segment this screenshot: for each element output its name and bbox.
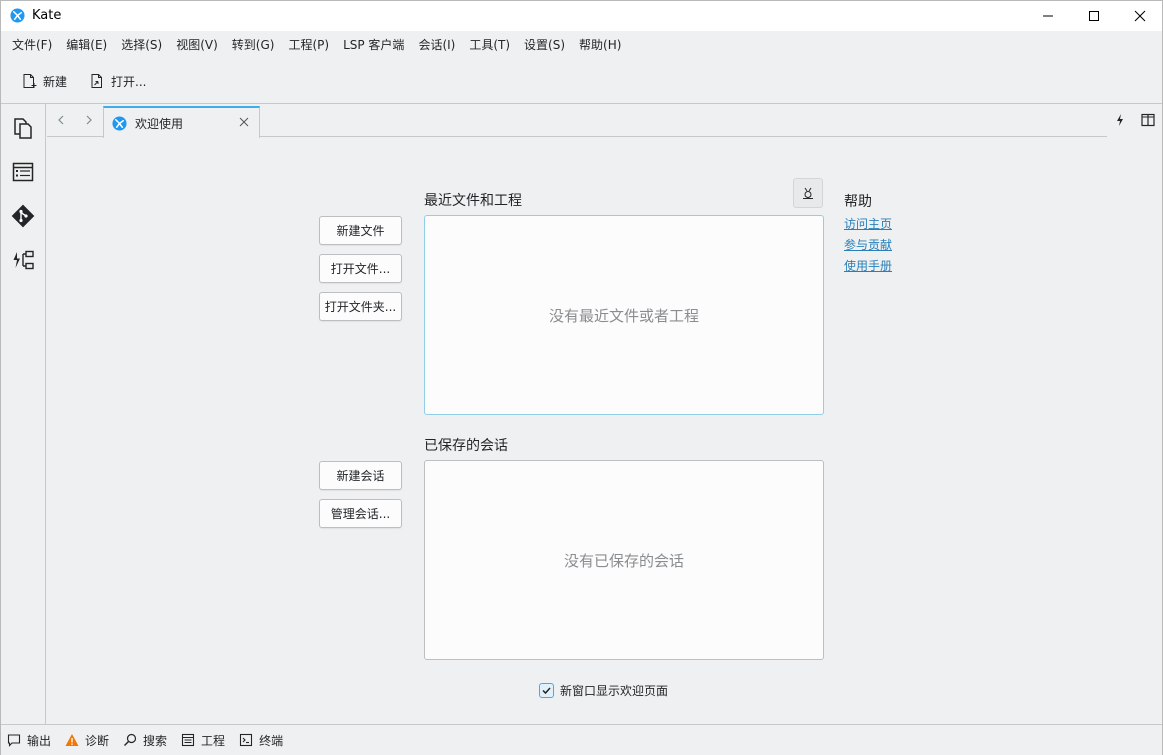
menu-project[interactable]: 工程(P) (281, 33, 336, 57)
project-tree-icon (13, 250, 34, 270)
split-view-icon (1141, 113, 1155, 127)
saved-sessions-list[interactable]: 没有已保存的会话 (424, 460, 824, 660)
terminal-icon (240, 733, 253, 747)
quick-open-button[interactable] (1113, 113, 1127, 127)
list-icon (12, 162, 34, 182)
menu-edit[interactable]: 编辑(E) (59, 33, 114, 57)
show-welcome-label: 新窗口显示欢迎页面 (560, 684, 669, 698)
chevron-left-icon (58, 115, 64, 125)
tab-label: 欢迎使用 (135, 116, 184, 131)
sidebar-symbols-button[interactable] (7, 156, 39, 188)
documents-icon (14, 118, 32, 139)
show-welcome-checkbox-row[interactable]: 新窗口显示欢迎页面 (539, 682, 668, 699)
kate-logo-icon (112, 115, 127, 131)
close-icon (1134, 10, 1146, 22)
menu-help[interactable]: 帮助(H) (572, 33, 628, 57)
bottom-diagnostics-button[interactable]: 诊断 (65, 732, 109, 749)
link-handbook[interactable]: 使用手册 (844, 257, 892, 274)
maximize-button[interactable] (1071, 1, 1117, 31)
recent-files-title: 最近文件和工程 (424, 193, 522, 209)
recent-files-empty-text: 没有最近文件或者工程 (548, 306, 699, 325)
git-icon (11, 204, 35, 228)
toggle-theme-button[interactable] (793, 178, 823, 208)
sidebar-documents-button[interactable] (7, 112, 39, 144)
window-title: Kate (32, 8, 62, 23)
tab-welcome[interactable]: 欢迎使用 (103, 106, 260, 138)
left-sidebar (1, 104, 46, 724)
bottom-diagnostics-label: 诊断 (85, 733, 110, 748)
new-document-label: 新建 (43, 74, 68, 89)
open-file-button[interactable]: 打开文件... (319, 254, 402, 283)
chevron-right-icon (86, 115, 92, 125)
close-tab-icon[interactable] (239, 117, 249, 127)
search-icon (124, 733, 137, 746)
open-document-button[interactable]: 打开... (81, 66, 154, 96)
sidebar-git-button[interactable] (7, 200, 39, 232)
bottom-search-label: 搜索 (143, 733, 168, 748)
menu-lsp-client[interactable]: LSP 客户端 (336, 33, 411, 57)
checkmark-icon (542, 687, 551, 695)
show-welcome-checkbox[interactable] (539, 683, 554, 698)
bottom-output-label: 输出 (27, 733, 52, 748)
saved-sessions-empty-text: 没有已保存的会话 (563, 551, 684, 570)
open-folder-button[interactable]: 打开文件夹... (319, 292, 402, 321)
split-view-button[interactable] (1141, 113, 1155, 127)
bottom-output-button[interactable]: 输出 (7, 732, 51, 749)
bottom-terminal-button[interactable]: 终端 (239, 732, 283, 749)
menu-selection[interactable]: 选择(S) (114, 33, 169, 57)
menu-sessions[interactable]: 会话(I) (411, 33, 462, 57)
link-homepage[interactable]: 访问主页 (844, 215, 892, 232)
kate-logo-icon (10, 8, 25, 23)
new-file-button[interactable]: 新建文件 (319, 216, 402, 245)
saved-sessions-title: 已保存的会话 (424, 438, 508, 454)
sidebar-projects-button[interactable] (7, 244, 39, 276)
project-icon (181, 733, 195, 747)
output-icon (7, 734, 21, 747)
minimize-button[interactable] (1025, 1, 1071, 31)
new-session-button[interactable]: 新建会话 (319, 461, 402, 490)
go-back-button[interactable] (53, 112, 69, 128)
minimize-icon (1043, 15, 1053, 17)
hide-icon (803, 187, 813, 199)
bottom-terminal-label: 终端 (259, 733, 284, 748)
menu-settings[interactable]: 设置(S) (517, 33, 572, 57)
maximize-icon (1089, 11, 1099, 21)
manage-sessions-button[interactable]: 管理会话... (319, 499, 402, 528)
open-document-label: 打开... (111, 74, 147, 89)
bottom-toolview-bar: 输出 诊断 搜索 工程 终端 (1, 724, 1162, 755)
bottom-project-label: 工程 (201, 733, 226, 748)
recent-files-list[interactable]: 没有最近文件或者工程 (424, 215, 824, 415)
go-forward-button[interactable] (81, 112, 97, 128)
main-toolbar: 新建 打开... (1, 59, 1162, 103)
tab-bar: 欢迎使用 (47, 104, 1162, 138)
bottom-project-button[interactable]: 工程 (181, 732, 225, 749)
menu-file[interactable]: 文件(F) (5, 33, 59, 57)
menu-tools[interactable]: 工具(T) (462, 33, 517, 57)
warning-icon (65, 734, 79, 746)
help-title: 帮助 (844, 194, 872, 210)
menu-bar: 文件(F) 编辑(E) 选择(S) 视图(V) 转到(G) 工程(P) LSP … (1, 31, 1162, 59)
bottom-search-button[interactable]: 搜索 (123, 732, 167, 749)
menu-go[interactable]: 转到(G) (225, 33, 282, 57)
lightning-icon (1117, 114, 1123, 126)
new-document-button[interactable]: 新建 (13, 66, 75, 96)
open-document-icon (91, 74, 103, 88)
title-bar: Kate (1, 1, 1162, 31)
link-contribute[interactable]: 参与贡献 (844, 236, 892, 253)
kate-window: Kate 文件(F) 编辑(E) 选择(S) 视图(V) 转到(G) 工程(P)… (0, 0, 1163, 755)
menu-view[interactable]: 视图(V) (169, 33, 225, 57)
close-button[interactable] (1117, 1, 1163, 31)
new-document-icon (23, 74, 37, 88)
